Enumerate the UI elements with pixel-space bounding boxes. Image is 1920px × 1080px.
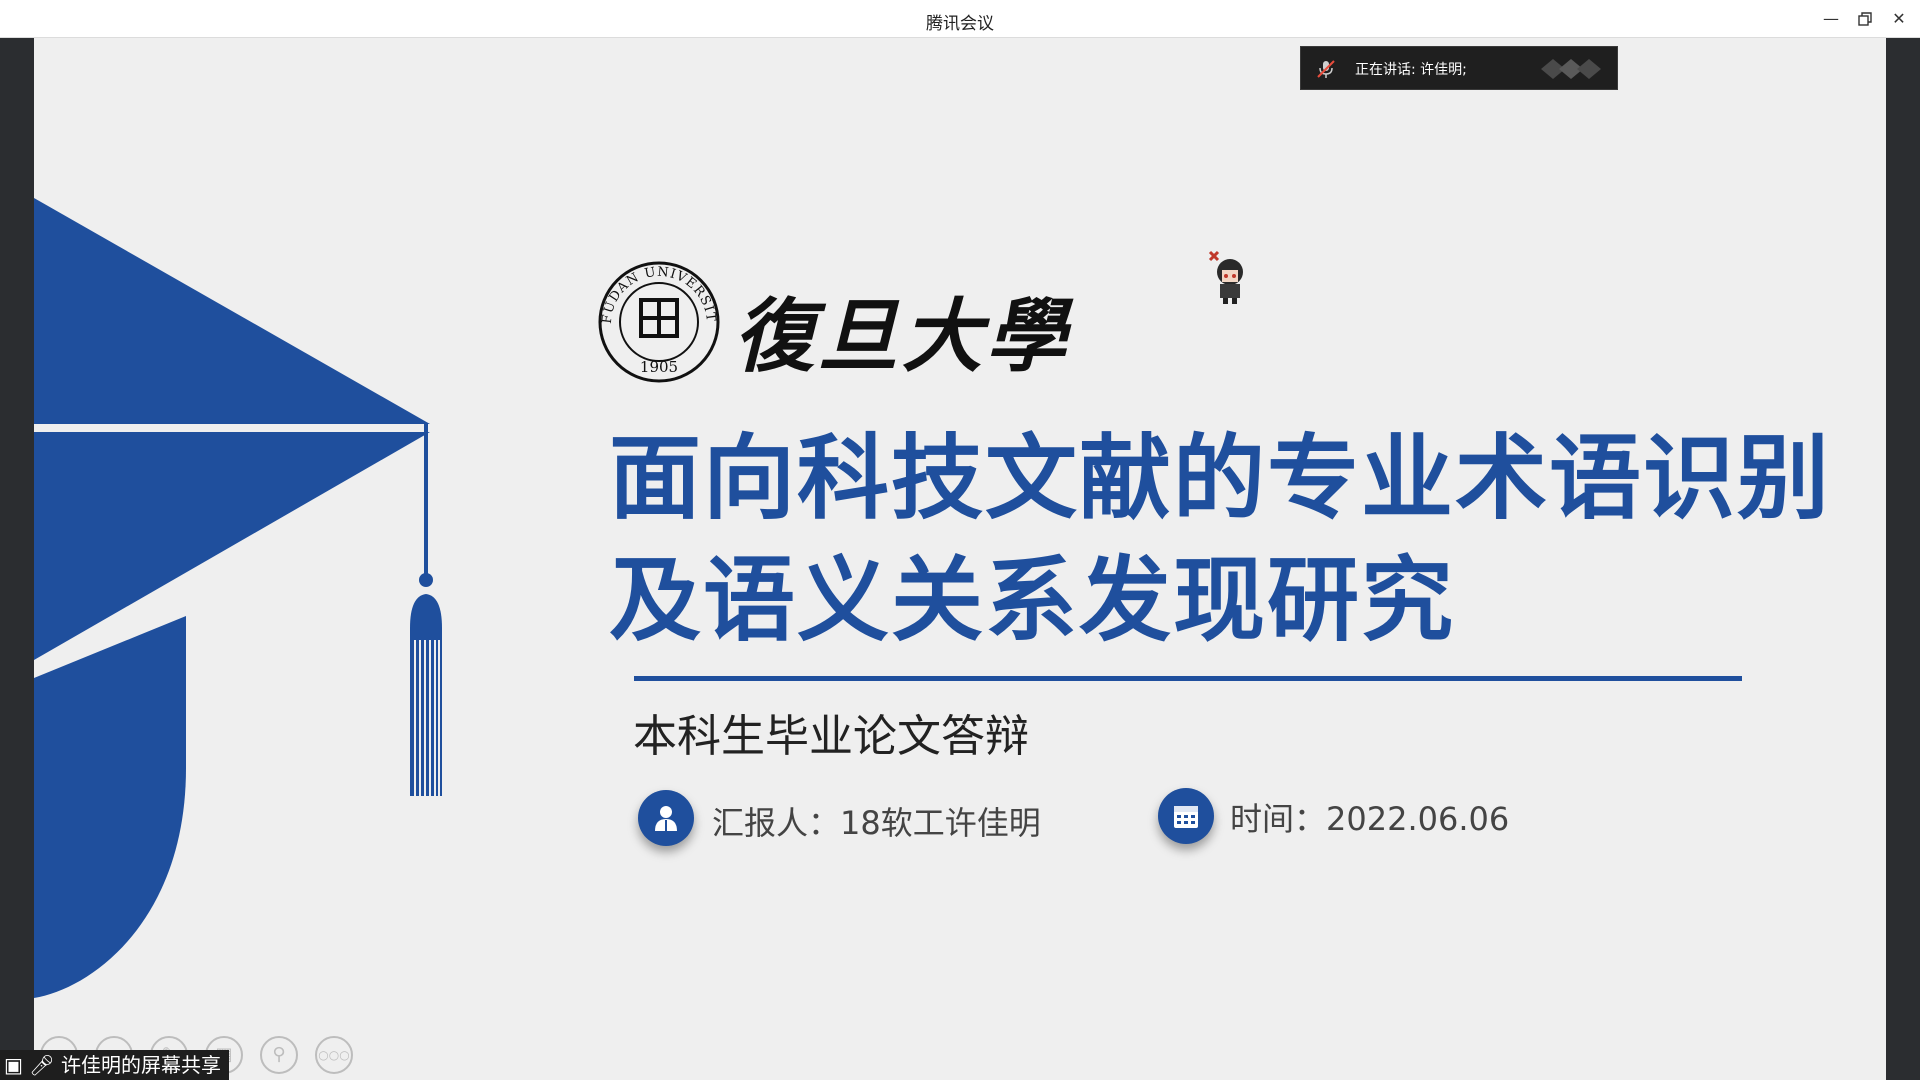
window-title: 腾讯会议: [926, 14, 994, 34]
audio-activity-icon: [1541, 59, 1601, 79]
screen-share-label: ▣ 🎤︎ 许佳明的屏幕共享: [0, 1050, 230, 1080]
fudan-seal-logo: FUDAN UNIVERSITY 1905: [597, 260, 720, 383]
more-icon[interactable]: ○○○: [315, 1036, 353, 1074]
muted-mic-icon: [1317, 60, 1335, 78]
svg-text:復旦大學: 復旦大學: [734, 289, 1074, 383]
date-badge: [1158, 788, 1214, 844]
mic-icon: 🎤︎: [29, 1053, 55, 1077]
zoom-icon[interactable]: ⚲: [260, 1036, 298, 1074]
share-status-text: 许佳明的屏幕共享: [61, 1053, 222, 1077]
presenter-avatar: [1208, 250, 1243, 304]
svg-text:1905: 1905: [640, 358, 678, 376]
shared-screen: FUDAN UNIVERSITY 1905 復旦大學 面向科技文献的专业术语识别…: [0, 38, 1920, 1080]
slide-title-line2: 及语义关系发现研究: [609, 547, 1456, 654]
person-icon: [655, 806, 677, 831]
presenter-text: 汇报人：18软工许佳明: [712, 804, 1041, 842]
close-icon[interactable]: ✕: [1886, 6, 1912, 32]
presenter-badge: [638, 790, 694, 846]
title-divider: [634, 676, 1742, 681]
date-text: 时间：2022.06.06: [1230, 800, 1510, 838]
share-screen-icon: ▣: [4, 1053, 23, 1077]
slide-subtitle: 本科生毕业论文答辩: [633, 711, 1029, 762]
slide-title: 面向科技文献的专业术语识别 及语义关系发现研究: [609, 418, 1879, 662]
slide-title-line1: 面向科技文献的专业术语识别: [609, 425, 1832, 532]
presentation-slide: FUDAN UNIVERSITY 1905 復旦大學 面向科技文献的专业术语识别…: [34, 38, 1886, 1080]
speaking-indicator: 正在讲话: 许佳明;: [1300, 46, 1618, 90]
fudan-calligraphy-logo: 復旦大學: [734, 289, 1074, 383]
speaking-text: 正在讲话: 许佳明;: [1355, 62, 1467, 78]
restore-icon[interactable]: [1852, 6, 1878, 32]
window-titlebar: 腾讯会议 — ✕: [0, 0, 1920, 38]
graduation-cap-graphic: [34, 198, 442, 998]
minimize-icon[interactable]: —: [1818, 6, 1844, 32]
calendar-icon: [1174, 806, 1198, 828]
